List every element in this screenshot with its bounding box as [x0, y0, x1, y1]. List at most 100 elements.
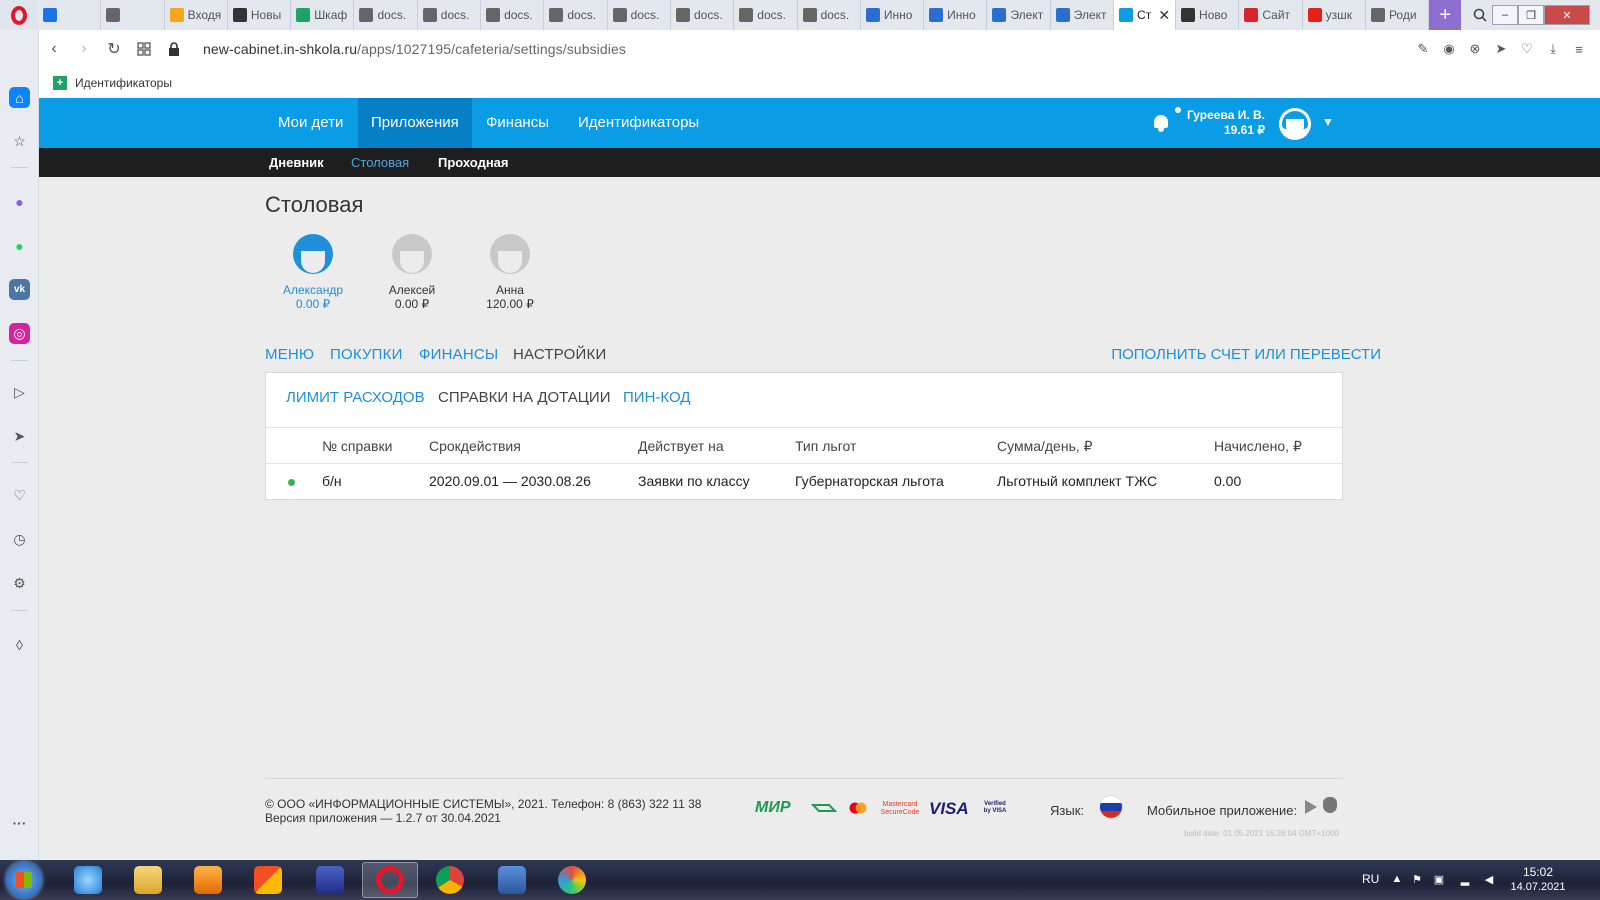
tab-search-icon[interactable] — [1468, 0, 1492, 30]
star-icon[interactable]: ☆ — [9, 131, 30, 152]
app-icon[interactable] — [240, 862, 296, 898]
russia-flag-icon[interactable] — [1099, 795, 1123, 819]
browser-tab[interactable]: Ст ✕ — [1114, 0, 1177, 30]
browser-tab[interactable]: Элект — [1051, 0, 1115, 30]
save-app-icon[interactable] — [302, 862, 358, 898]
history-icon[interactable]: ◷ — [9, 529, 30, 550]
user-name[interactable]: Гуреева И. В. — [1169, 108, 1265, 122]
minimize-icon[interactable]: – — [1492, 5, 1518, 25]
network-icon[interactable]: ▂ — [1458, 872, 1472, 886]
caret-down-icon[interactable]: ▼ — [1322, 115, 1334, 129]
clock-date[interactable]: 14.07.2021 — [1510, 881, 1566, 893]
volume-icon[interactable]: ◀ — [1482, 872, 1496, 886]
vk-icon[interactable]: vk — [9, 279, 30, 300]
tab-menu[interactable]: МЕНЮ — [265, 346, 314, 363]
close-tab-icon[interactable]: ✕ — [1158, 7, 1170, 24]
bell-icon[interactable] — [1153, 113, 1169, 133]
reload-icon[interactable]: ↻ — [99, 34, 129, 64]
subtab-spending-limit[interactable]: ЛИМИТ РАСХОДОВ — [286, 389, 425, 406]
send-icon[interactable]: ➤ — [1490, 38, 1512, 60]
subnav-cafeteria[interactable]: Столовая — [351, 148, 409, 177]
browser-tab[interactable]: Шкаф — [291, 0, 355, 30]
browser-tab[interactable]: Входя — [165, 0, 228, 30]
chrome-icon[interactable] — [422, 862, 478, 898]
bulb-icon[interactable]: ◊ — [9, 634, 30, 655]
close-window-icon[interactable]: ✕ — [1544, 5, 1590, 25]
browser-tab[interactable] — [38, 0, 102, 30]
speed-dial-icon[interactable] — [129, 34, 159, 64]
heart-icon[interactable]: ♡ — [1516, 38, 1538, 60]
forward-icon[interactable]: › — [69, 34, 99, 64]
subtab-pin-code[interactable]: ПИН-КОД — [623, 389, 690, 406]
browser-tab[interactable]: docs. — [671, 0, 735, 30]
subnav-diary[interactable]: Дневник — [269, 148, 324, 177]
instagram-icon[interactable]: ◎ — [9, 323, 30, 344]
subtab-subsidy-certificates[interactable]: СПРАВКИ НА ДОТАЦИИ — [438, 389, 610, 406]
browser-tab[interactable]: docs. — [418, 0, 482, 30]
browser-tab[interactable]: docs. — [734, 0, 798, 30]
tab-settings[interactable]: НАСТРОЙКИ — [513, 346, 606, 363]
topup-link[interactable]: ПОПОЛНИТЬ СЧЕТ ИЛИ ПЕРЕВЕСТИ — [1111, 346, 1381, 363]
tab-finance[interactable]: ФИНАНСЫ — [419, 346, 498, 363]
paint-icon[interactable] — [544, 862, 600, 898]
browser-tab[interactable]: docs. — [354, 0, 418, 30]
url-field[interactable]: new-cabinet.in-shkola.ru/apps/1027195/ca… — [203, 41, 626, 57]
browser-tab[interactable]: Роди — [1366, 0, 1430, 30]
new-tab-icon[interactable]: + — [1429, 0, 1462, 30]
tray-device-icon[interactable]: ▣ — [1432, 872, 1446, 886]
whatsapp-icon[interactable]: ● — [9, 235, 30, 256]
clock-time[interactable]: 15:02 — [1510, 865, 1566, 879]
browser-tab[interactable]: Инно — [861, 0, 925, 30]
bookmark-identifiers[interactable]: Идентификаторы — [75, 76, 172, 90]
child-card-aleksey[interactable]: Алексей 0.00 ₽ — [372, 234, 452, 311]
browser-tab[interactable]: docs. — [481, 0, 545, 30]
child-card-anna[interactable]: Анна 120.00 ₽ — [470, 234, 550, 311]
flow-icon[interactable]: ➤ — [9, 426, 30, 447]
browser-tab[interactable]: Инно — [924, 0, 988, 30]
browser-tab[interactable]: Ново — [1176, 0, 1240, 30]
browser-tab[interactable]: docs. — [544, 0, 608, 30]
menu-icon[interactable]: ≡ — [1568, 38, 1590, 60]
table-row[interactable]: б/н 2020.09.01 — 2030.08.26 Заявки по кл… — [266, 464, 1342, 500]
ie-icon[interactable] — [60, 862, 116, 898]
start-button[interactable] — [6, 862, 42, 898]
tray-flag-icon[interactable]: ⚑ — [1410, 872, 1424, 886]
browser-tab[interactable]: Новы — [228, 0, 292, 30]
messenger-icon[interactable]: ● — [9, 191, 30, 212]
opera-menu-icon[interactable] — [0, 0, 38, 30]
language-indicator[interactable]: RU — [1362, 872, 1379, 886]
avatar[interactable] — [1279, 108, 1311, 140]
word-icon[interactable] — [484, 862, 540, 898]
browser-tab[interactable]: docs. — [798, 0, 861, 30]
media-player-icon[interactable] — [180, 862, 236, 898]
nav-my-children[interactable]: Мои дети — [265, 98, 356, 148]
more-icon[interactable]: ··· — [9, 812, 30, 833]
back-icon[interactable]: ‹ — [39, 34, 69, 64]
browser-tab[interactable]: Элект — [987, 0, 1051, 30]
subnav-entrance[interactable]: Проходная — [438, 148, 509, 177]
player-icon[interactable]: ▷ — [9, 382, 30, 403]
restore-icon[interactable]: ❐ — [1518, 5, 1544, 25]
nav-applications[interactable]: Приложения — [358, 98, 472, 148]
nav-identifiers[interactable]: Идентификаторы — [565, 98, 712, 148]
tray-expand-icon[interactable]: ▲ — [1390, 872, 1404, 886]
settings-icon[interactable]: ⚙ — [9, 573, 30, 594]
tab-purchases[interactable]: ПОКУПКИ — [330, 346, 403, 363]
google-play-icon[interactable] — [1305, 800, 1317, 814]
browser-tab[interactable]: docs. — [608, 0, 671, 30]
edit-icon[interactable]: ✎ — [1412, 38, 1434, 60]
browser-tab[interactable]: Сайт — [1239, 0, 1303, 30]
home-icon[interactable]: ⌂ — [9, 87, 30, 108]
child-card-aleksandr[interactable]: Александр 0.00 ₽ — [273, 234, 353, 311]
opera-taskbar-icon[interactable] — [362, 862, 418, 898]
favorites-icon[interactable]: ♡ — [9, 485, 30, 506]
browser-tab[interactable] — [101, 0, 165, 30]
snapshot-icon[interactable]: ◉ — [1438, 38, 1460, 60]
browser-tab[interactable]: узшк — [1303, 0, 1366, 30]
nav-finance[interactable]: Финансы — [473, 98, 562, 148]
verified-by-visa-logo: Verified by VISA — [983, 801, 1007, 814]
apple-icon[interactable] — [1323, 797, 1337, 813]
explorer-icon[interactable] — [120, 862, 176, 898]
download-icon[interactable]: ⤓ — [1542, 38, 1564, 60]
adblock-icon[interactable]: ⊗ — [1464, 38, 1486, 60]
